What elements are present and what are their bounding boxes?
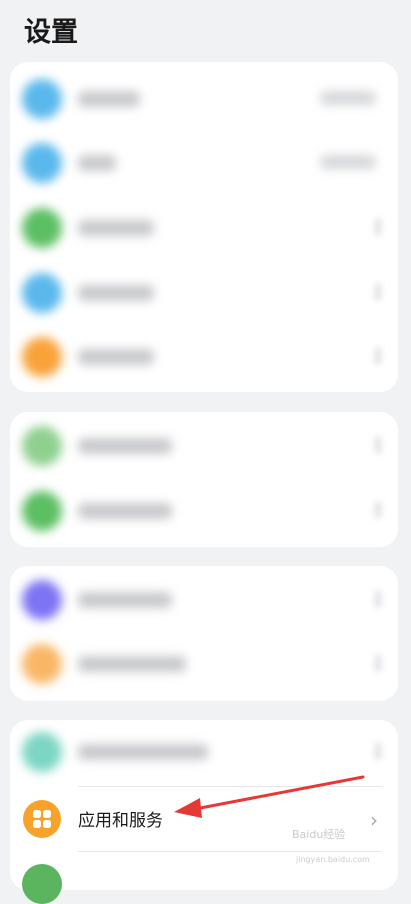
blurred-label (78, 91, 140, 107)
blurred-icon (22, 79, 62, 119)
chevron-right-icon (374, 590, 382, 608)
chevron-right-icon (374, 218, 382, 236)
chevron-right-icon (374, 436, 382, 454)
apps-grid-icon (23, 800, 61, 838)
settings-item-blurred[interactable] (10, 196, 398, 260)
blurred-value (320, 91, 376, 105)
settings-item-blurred[interactable] (10, 632, 398, 696)
settings-item-blurred[interactable] (10, 325, 398, 389)
chevron-right-icon (374, 283, 382, 301)
blurred-label (78, 656, 186, 672)
next-item-icon (22, 864, 62, 904)
blurred-value (320, 155, 376, 169)
settings-item-blurred[interactable] (10, 67, 398, 131)
blurred-label (78, 285, 154, 301)
blurred-label (78, 155, 116, 171)
chevron-right-icon (374, 654, 382, 672)
blurred-label (78, 503, 172, 519)
settings-item-blurred[interactable] (10, 131, 398, 195)
chevron-right-icon (374, 501, 382, 519)
watermark-subtext: jingyan.baidu.com (296, 855, 370, 864)
apps-and-services-label: 应用和服务 (78, 811, 163, 831)
blurred-icon (22, 208, 62, 248)
blurred-icon (22, 426, 62, 466)
blurred-icon (22, 491, 62, 531)
settings-item-blurred[interactable] (10, 568, 398, 632)
settings-item-blurred[interactable] (10, 479, 398, 543)
blurred-label (78, 349, 154, 365)
page-title: 设置 (24, 17, 78, 48)
chevron-right-icon (374, 347, 382, 365)
settings-item-blurred[interactable] (10, 261, 398, 325)
blurred-icon (22, 644, 62, 684)
blurred-icon (22, 580, 62, 620)
blurred-icon (22, 337, 62, 377)
blurred-icon (22, 143, 62, 183)
settings-item-blurred[interactable] (10, 720, 398, 784)
settings-card-1 (10, 62, 398, 392)
watermark-text: Baidu经验 (292, 828, 346, 841)
blurred-icon (22, 273, 62, 313)
chevron-right-icon (374, 742, 382, 760)
blurred-label (78, 744, 208, 760)
settings-item-blurred[interactable] (10, 414, 398, 478)
settings-card-2 (10, 412, 398, 547)
blurred-label (78, 220, 154, 236)
blurred-icon (22, 732, 62, 772)
divider (78, 851, 382, 852)
blurred-label (78, 592, 172, 608)
settings-card-3 (10, 566, 398, 701)
blurred-label (78, 438, 172, 454)
chevron-right-icon: › (370, 808, 378, 832)
